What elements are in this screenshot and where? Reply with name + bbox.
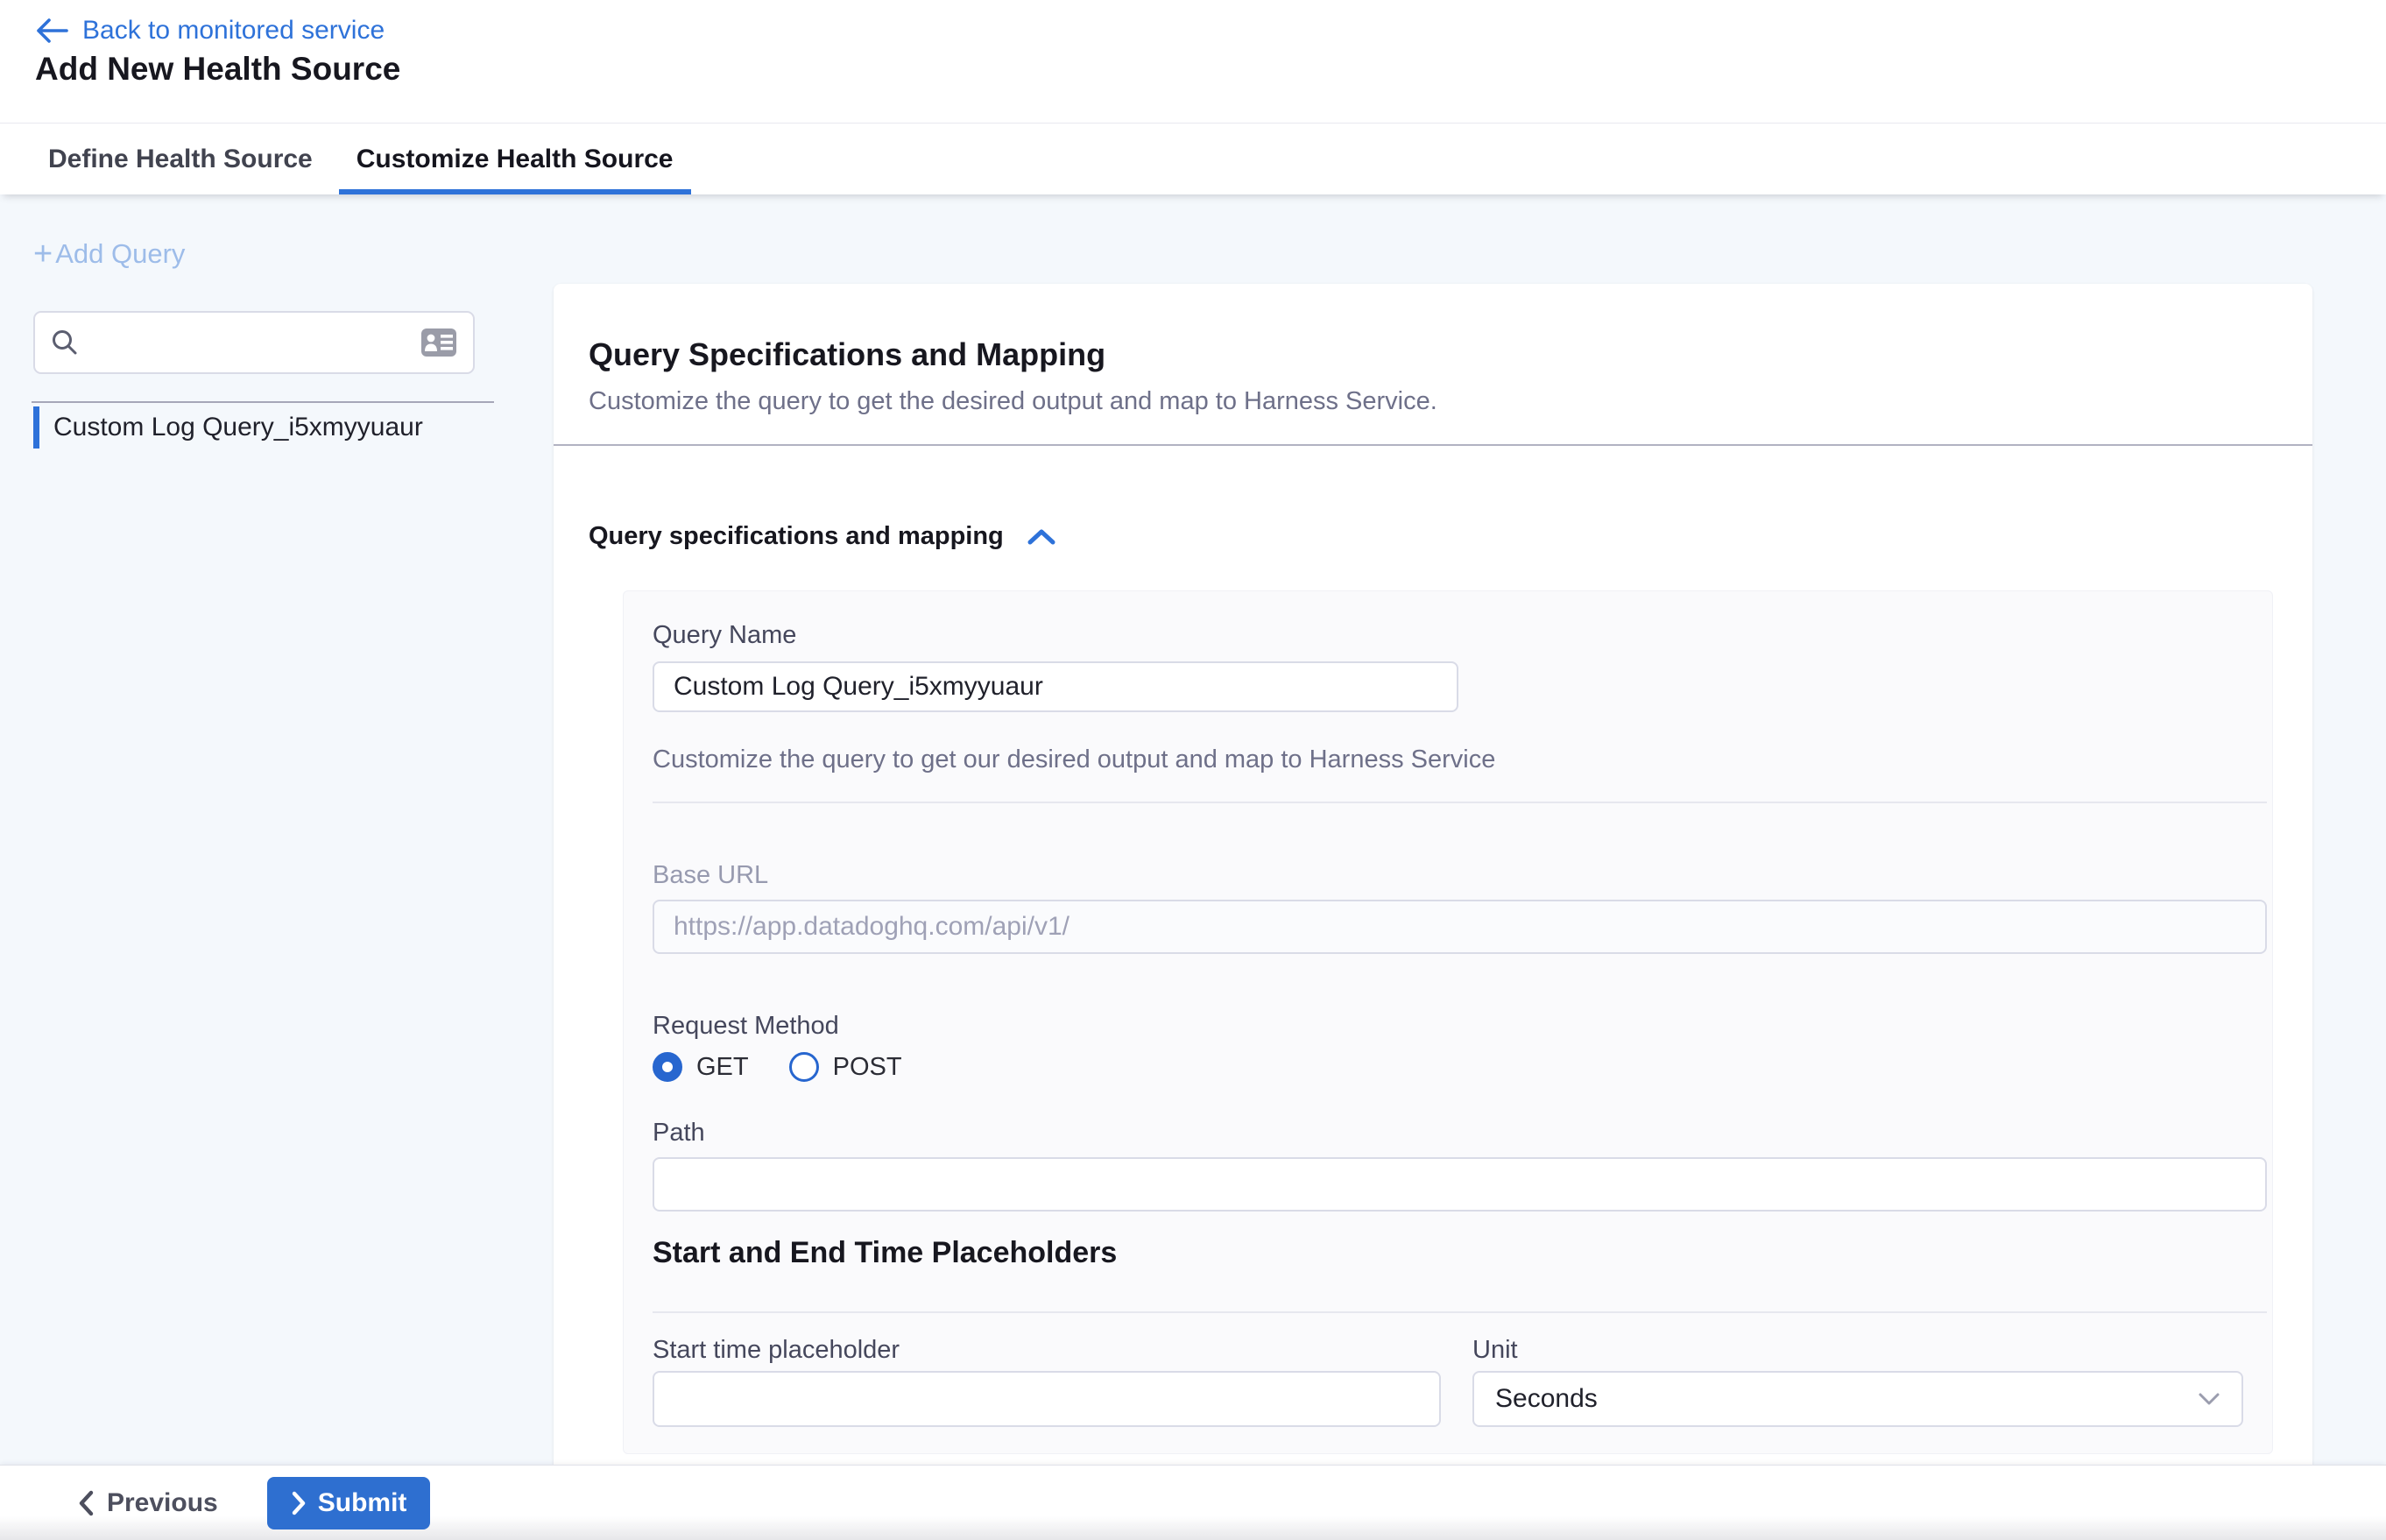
panel-divider-2 bbox=[653, 1311, 2267, 1313]
add-query-label: Add Query bbox=[55, 238, 185, 270]
card-divider bbox=[554, 444, 2312, 446]
unit-select[interactable]: Seconds bbox=[1472, 1371, 2243, 1427]
panel-divider bbox=[653, 802, 2267, 803]
back-link-label: Back to monitored service bbox=[82, 16, 385, 46]
unit-label: Unit bbox=[1472, 1336, 1518, 1365]
request-method-label: Request Method bbox=[653, 1012, 839, 1041]
card-subheading: Customize the query to get the desired o… bbox=[589, 387, 1437, 416]
id-card-icon[interactable] bbox=[420, 328, 457, 357]
query-spec-accordion-header[interactable]: Query specifications and mapping bbox=[589, 522, 1056, 551]
path-input[interactable] bbox=[653, 1157, 2267, 1212]
footer-bar: Previous Submit bbox=[0, 1465, 2386, 1540]
add-query-button[interactable]: + Add Query bbox=[33, 238, 185, 270]
tab-customize-label: Customize Health Source bbox=[356, 145, 674, 174]
placeholders-heading: Start and End Time Placeholders bbox=[653, 1236, 1117, 1270]
tab-customize-health-source[interactable]: Customize Health Source bbox=[339, 124, 691, 194]
selected-query-indicator bbox=[33, 406, 39, 449]
path-label: Path bbox=[653, 1119, 705, 1148]
back-arrow-icon bbox=[35, 18, 68, 44]
page-title: Add New Health Source bbox=[35, 51, 400, 88]
card-heading: Query Specifications and Mapping bbox=[589, 336, 1105, 373]
request-method-radio-group: GET POST bbox=[653, 1050, 902, 1084]
tab-define-label: Define Health Source bbox=[48, 145, 313, 174]
base-url-label: Base URL bbox=[653, 861, 768, 890]
submit-button[interactable]: Submit bbox=[267, 1477, 431, 1529]
query-list-item[interactable]: Custom Log Query_i5xmyyuaur bbox=[33, 406, 423, 449]
start-time-label: Start time placeholder bbox=[653, 1336, 900, 1365]
chevron-up-icon[interactable] bbox=[1027, 527, 1056, 547]
query-spec-panel: Query Name Customize the query to get ou… bbox=[623, 590, 2273, 1454]
chevron-left-icon bbox=[77, 1490, 95, 1516]
radio-option-post[interactable]: POST bbox=[789, 1052, 902, 1082]
sidebar-divider bbox=[32, 401, 494, 403]
query-name-label: Query Name bbox=[653, 621, 796, 650]
query-item-label: Custom Log Query_i5xmyyuaur bbox=[53, 413, 423, 442]
chevron-right-icon bbox=[291, 1491, 307, 1515]
page-header: Back to monitored service Add New Health… bbox=[0, 0, 2386, 123]
back-link[interactable]: Back to monitored service bbox=[35, 12, 385, 49]
plus-icon: + bbox=[33, 241, 53, 268]
unit-select-value: Seconds bbox=[1495, 1384, 1598, 1414]
radio-post-icon[interactable] bbox=[789, 1052, 819, 1082]
radio-post-label: POST bbox=[833, 1053, 902, 1082]
radio-get-label: GET bbox=[696, 1053, 749, 1082]
query-specifications-card: Query Specifications and Mapping Customi… bbox=[554, 284, 2312, 1465]
add-health-source-page: Back to monitored service Add New Health… bbox=[0, 0, 2386, 1540]
base-url-input bbox=[653, 900, 2267, 954]
previous-button[interactable]: Previous bbox=[77, 1488, 218, 1518]
accordion-title: Query specifications and mapping bbox=[589, 522, 1004, 551]
chevron-down-icon bbox=[2198, 1392, 2220, 1406]
previous-button-label: Previous bbox=[107, 1488, 218, 1518]
search-input[interactable] bbox=[91, 328, 408, 357]
tab-define-health-source[interactable]: Define Health Source bbox=[31, 124, 330, 194]
query-search-box bbox=[33, 311, 475, 374]
radio-get-icon[interactable] bbox=[653, 1052, 682, 1082]
tab-bar: Define Health Source Customize Health So… bbox=[0, 123, 2386, 194]
active-tab-indicator bbox=[339, 189, 691, 194]
radio-option-get[interactable]: GET bbox=[653, 1052, 749, 1082]
query-name-input[interactable] bbox=[653, 661, 1458, 712]
query-name-helper: Customize the query to get our desired o… bbox=[653, 745, 1495, 774]
start-time-input[interactable] bbox=[653, 1371, 1441, 1427]
search-icon bbox=[51, 328, 79, 357]
submit-button-label: Submit bbox=[318, 1488, 407, 1518]
